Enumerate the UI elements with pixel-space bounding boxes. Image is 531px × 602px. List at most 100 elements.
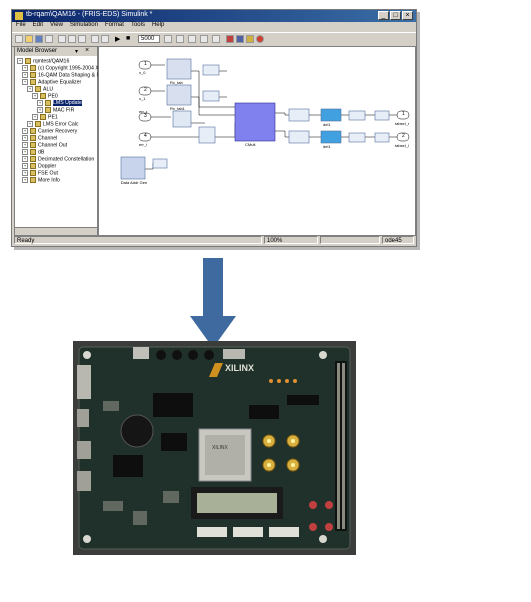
block-label: CMult (245, 142, 256, 147)
expand-icon[interactable]: + (22, 135, 28, 141)
menu-view[interactable]: View (50, 22, 63, 28)
inport-label: err_i (139, 142, 148, 147)
copy-icon[interactable] (68, 35, 76, 43)
tree-item[interactable]: + Doppler (17, 163, 97, 170)
undo-icon[interactable] (91, 35, 99, 43)
minimize-button[interactable]: _ (378, 11, 389, 20)
tree-item[interactable]: + (c) Copyright 1995-2004 Xilinx (17, 65, 108, 72)
model-browser-panel: Model Browser ▾ × + rqmtest/QAM16 + (c) Cop… (14, 46, 110, 236)
print-icon[interactable] (45, 35, 53, 43)
menu-edit[interactable]: Edit (33, 22, 43, 28)
tree-item[interactable]: + MAC FIR (17, 107, 97, 114)
subsystem-icon (30, 65, 36, 71)
diagram-canvas[interactable]: 1 2 3 4 x_0 x_1 err_r err_i Rx_tab Rx_ta… (98, 46, 416, 236)
open-icon[interactable] (25, 35, 33, 43)
tree-item[interactable]: + PE0 (17, 93, 97, 100)
expand-icon[interactable]: + (27, 121, 33, 127)
status-blank (320, 236, 380, 244)
subsystem-icon (45, 100, 51, 106)
tree-item[interactable]: + LMS Error Calc (17, 121, 97, 128)
solver-name: ode45 (382, 236, 414, 244)
browser-close-icon[interactable]: × (85, 47, 89, 54)
status-text: Ready (14, 236, 262, 244)
save-icon[interactable] (35, 35, 43, 43)
library-icon[interactable] (226, 35, 234, 43)
expand-icon[interactable]: + (32, 114, 38, 120)
inport-4[interactable]: 4 (144, 133, 147, 139)
inport-2[interactable]: 2 (144, 87, 147, 93)
filter-icon[interactable]: ▾ (75, 48, 78, 55)
inport-1[interactable]: 1 (144, 61, 147, 67)
outport-1[interactable]: 1 (402, 111, 405, 117)
tree-item[interactable]: +16-QAM Data Shaping & Interp (17, 72, 110, 79)
menu-help[interactable]: Help (152, 22, 164, 28)
subsystem-icon (30, 170, 36, 176)
expand-icon[interactable]: + (22, 79, 28, 85)
debug-icon[interactable] (188, 35, 196, 43)
browser-icon[interactable] (246, 35, 254, 43)
menu-format[interactable]: Format (105, 22, 124, 28)
expand-icon[interactable]: + (37, 107, 43, 113)
inport-label: x_1 (139, 96, 146, 101)
tree-item[interactable]: + dB (17, 149, 97, 156)
build-icon[interactable] (176, 35, 184, 43)
play-icon[interactable]: ▶ (115, 35, 120, 43)
record-icon[interactable] (256, 35, 264, 43)
inport-label: err_r (139, 109, 148, 114)
tree-item[interactable]: + FSE Out (17, 170, 97, 177)
expand-icon[interactable]: + (22, 142, 28, 148)
menu-file[interactable]: File (16, 22, 26, 28)
expand-icon[interactable]: + (22, 149, 28, 155)
expand-icon[interactable]: + (32, 93, 38, 99)
doc-icon[interactable] (212, 35, 220, 43)
stop-time-input[interactable]: 5000 (138, 35, 160, 43)
report-icon[interactable] (200, 35, 208, 43)
expand-icon[interactable]: + (22, 65, 28, 71)
expand-icon[interactable]: + (22, 72, 28, 78)
tree-item[interactable]: + rqmtest/QAM16 (17, 58, 97, 65)
expand-icon[interactable]: + (22, 163, 28, 169)
tree-item[interactable]: + LMS Update (17, 100, 97, 107)
tree-item-label: Doppler (38, 163, 57, 170)
tree-item-label: FSE Out (38, 170, 58, 177)
tree-item[interactable]: + Carrier Recovery (17, 128, 97, 135)
expand-icon[interactable]: + (22, 156, 28, 162)
explorer-icon[interactable] (236, 35, 244, 43)
block-label: del1 (323, 144, 331, 149)
tree-item-label: More Info (38, 177, 60, 184)
expand-icon[interactable]: + (22, 177, 28, 183)
tree-item[interactable]: + Channel (17, 135, 97, 142)
expand-icon[interactable]: + (17, 58, 23, 64)
close-button[interactable]: × (402, 11, 413, 20)
tree-item-label: Decimated Constellation (38, 156, 95, 163)
tree-item[interactable]: + ALU (17, 86, 97, 93)
outport-2[interactable]: 2 (402, 133, 405, 139)
cut-icon[interactable] (58, 35, 66, 43)
expand-icon[interactable]: + (27, 86, 33, 92)
block-label: Data Addr Gen (120, 180, 148, 185)
tree-item[interactable]: + More Info (17, 177, 97, 184)
expand-icon[interactable]: + (37, 100, 43, 106)
menu-tools[interactable]: Tools (131, 22, 145, 28)
update-icon[interactable] (164, 35, 172, 43)
tree-item-label: Channel Out (38, 142, 68, 149)
svg-text:XILINX: XILINX (212, 445, 229, 451)
tree-item-label: PE0 (48, 93, 58, 100)
redo-icon[interactable] (101, 35, 109, 43)
tree-item[interactable]: + Decimated Constellation (17, 156, 97, 163)
subsystem-icon (30, 72, 36, 78)
tree-item[interactable]: + PE1 (17, 114, 97, 121)
subsystem-icon (45, 107, 51, 113)
menu-simulation[interactable]: Simulation (70, 22, 98, 28)
stop-icon[interactable]: ■ (126, 35, 130, 42)
new-icon[interactable] (15, 35, 23, 43)
tree-item[interactable]: + Channel Out (17, 142, 97, 149)
maximize-button[interactable]: □ (390, 11, 401, 20)
paste-icon[interactable] (78, 35, 86, 43)
subsystem-icon (25, 58, 31, 64)
expand-icon[interactable]: + (22, 170, 28, 176)
tree-item[interactable]: + Adaptive Equalizer (17, 79, 97, 86)
tree-item-label: dB (38, 149, 45, 156)
expand-icon[interactable]: + (22, 128, 28, 134)
browser-scrollbar[interactable] (15, 227, 97, 235)
